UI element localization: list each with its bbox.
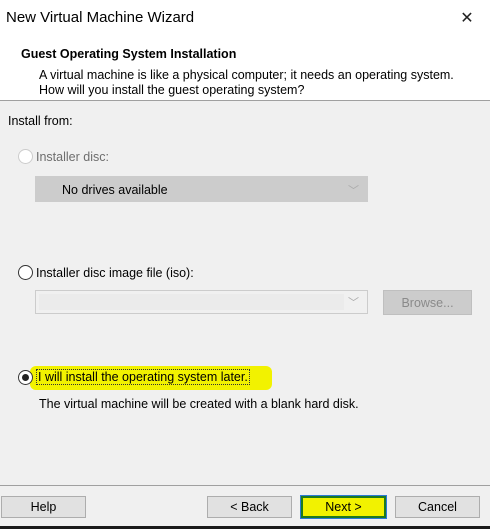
radio-installer-disc: Installer disc: (18, 149, 109, 164)
radio-install-later[interactable]: I will install the operating system late… (18, 369, 250, 385)
page-description: A virtual machine is like a physical com… (39, 68, 454, 97)
chevron-down-icon[interactable]: ﹀ (348, 294, 359, 310)
dropdown-value: No drives available (62, 183, 168, 197)
wizard-header: Guest Operating System Installation A vi… (0, 38, 490, 101)
close-icon[interactable]: ✕ (444, 0, 490, 36)
title-bar: New Virtual Machine Wizard ✕ (0, 0, 490, 38)
cancel-button[interactable]: Cancel (395, 496, 480, 518)
iso-path-dropdown[interactable]: ﹀ (35, 290, 368, 314)
radio-label[interactable]: Installer disc image file (iso): (36, 266, 194, 280)
page-title: Guest Operating System Installation (21, 47, 237, 61)
chevron-down-icon: ﹀ (348, 185, 359, 197)
install-from-label: Install from: (8, 114, 73, 128)
disc-dropdown: No drives available ﹀ (35, 176, 368, 202)
radio-button[interactable] (18, 369, 33, 385)
radio-button (18, 149, 33, 164)
radio-label[interactable]: I will install the operating system late… (36, 369, 250, 385)
help-button[interactable]: Help (1, 496, 86, 518)
window-title: New Virtual Machine Wizard (6, 9, 195, 26)
next-button[interactable]: Next > (300, 495, 387, 519)
radio-iso[interactable]: Installer disc image file (iso): (18, 265, 194, 280)
radio-label: Installer disc: (36, 149, 109, 164)
back-button[interactable]: < Back (207, 496, 292, 518)
footer-divider (0, 485, 490, 486)
iso-path-input[interactable] (39, 294, 344, 310)
browse-button[interactable]: Browse... (383, 290, 472, 315)
radio-button[interactable] (18, 265, 33, 280)
install-later-note: The virtual machine will be created with… (39, 397, 359, 411)
